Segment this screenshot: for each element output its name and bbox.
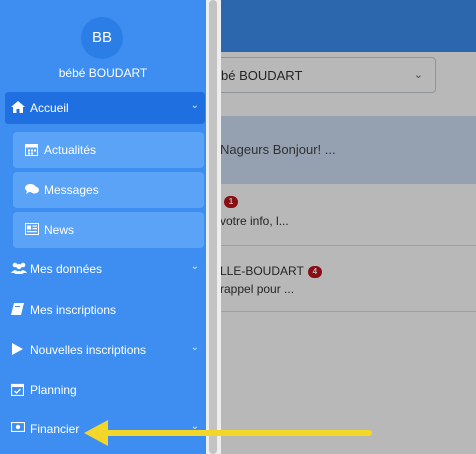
home-icon [11,101,25,115]
chevron-down-icon: ⌄ [190,261,199,272]
sidebar-item-mes-donnees[interactable]: Mes données ⌄ [5,253,205,285]
sidebar-subitem-messages[interactable]: Messages [13,172,204,208]
annotation-arrow-head [84,420,108,446]
chevron-down-icon: ⌄ [190,342,199,353]
sidebar-item-mes-inscriptions[interactable]: Mes inscriptions [5,294,205,326]
play-icon [11,343,25,357]
sidebar-item-label: Mes données [30,262,103,276]
sidebar-item-label: Actualités [44,143,97,157]
sidebar-subitem-actualites[interactable]: Actualités [13,132,204,168]
calendar-icon [25,143,39,157]
sidebar-item-accueil[interactable]: Accueil ⌄ [5,92,205,124]
sidebar-item-planning[interactable]: Planning [5,374,205,406]
user-name: bébé BOUDART [58,66,148,80]
newspaper-icon [25,223,39,237]
sidebar-item-nouvelles-inscriptions[interactable]: Nouvelles inscriptions ⌄ [5,334,205,366]
annotation-arrow-shaft [100,430,372,436]
sidebar-scrollbar[interactable] [206,0,221,454]
chevron-down-icon: ⌄ [190,100,199,111]
app-screen: bé BOUDART ⌄ Nageurs Bonjour! ... 1 votr… [0,0,476,454]
sidebar-subitem-news[interactable]: News [13,212,204,248]
book-icon [11,303,25,317]
sidebar-item-label: Accueil [30,101,69,115]
sidebar-item-label: Planning [30,383,77,397]
sidebar-item-label: Nouvelles inscriptions [30,343,147,357]
money-icon [10,421,26,436]
chat-icon [25,183,39,197]
modal-backdrop[interactable] [210,0,476,454]
sidebar-item-label: Financier [30,422,80,436]
users-icon [11,262,27,276]
scrollbar-thumb[interactable] [209,0,217,454]
sidebar: BB bébé BOUDART Accueil ⌄ Actualités Mes… [0,0,210,454]
sidebar-item-label: News [44,223,75,237]
sidebar-item-label: Mes inscriptions [30,303,117,317]
avatar[interactable]: BB [81,17,123,59]
sidebar-item-label: Messages [44,183,99,197]
calendar-check-icon [10,383,25,397]
